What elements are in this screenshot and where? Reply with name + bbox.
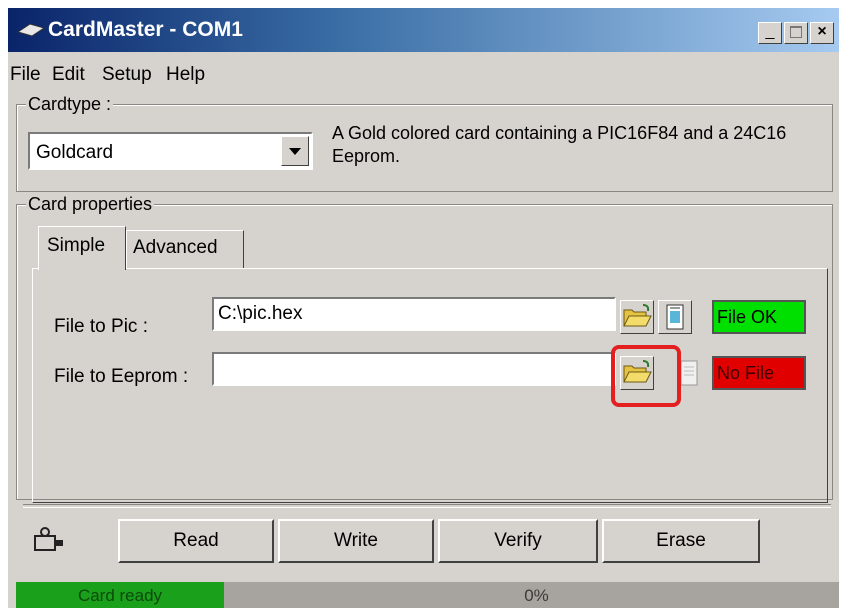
progress-percent: 0% (524, 586, 549, 605)
maximize-button[interactable] (784, 22, 808, 44)
separator (23, 504, 831, 508)
eeprom-status-badge: No File (712, 356, 806, 390)
document-icon (666, 304, 684, 330)
tab-simple-label: Simple (47, 235, 106, 256)
window-title: CardMaster - COM1 (48, 18, 243, 41)
dropdown-arrow-button[interactable] (281, 136, 309, 166)
tab-simple[interactable]: Simple (38, 226, 126, 270)
pic-info-button[interactable] (658, 300, 692, 334)
pic-file-label: File to Pic : (54, 316, 148, 337)
minimize-button[interactable]: _ (758, 22, 782, 44)
cardtype-selected-value: Goldcard (36, 142, 114, 163)
menu-setup[interactable]: Setup (102, 64, 152, 86)
status-bar: Card ready 0% (16, 582, 839, 608)
menu-help[interactable]: Help (166, 64, 205, 86)
title-bar: CardMaster - COM1 _ × (8, 8, 839, 52)
cardtype-legend: Cardtype : (26, 94, 114, 115)
pic-open-button[interactable] (620, 300, 654, 334)
verify-button[interactable]: Verify (438, 519, 598, 563)
pic-file-input[interactable] (212, 297, 616, 331)
close-button[interactable]: × (810, 22, 834, 44)
menu-bar: File Edit Setup Help (8, 56, 839, 90)
card-app-icon (16, 23, 46, 37)
folder-open-icon (623, 304, 652, 327)
cardtype-description: A Gold colored card containing a PIC16F8… (332, 123, 787, 166)
cardmaster-window: CardMaster - COM1 _ × File Edit Setup He… (8, 8, 839, 608)
highlight-box (611, 345, 681, 407)
erase-button[interactable]: Erase (602, 519, 760, 563)
tab-advanced[interactable]: Advanced (126, 230, 244, 268)
cardtype-select[interactable]: Goldcard (28, 132, 313, 170)
card-ready-status: Card ready (16, 582, 224, 608)
card-reader-icon (34, 527, 63, 551)
card-properties-legend: Card properties (26, 194, 155, 215)
menu-file[interactable]: File (10, 64, 41, 86)
read-button[interactable]: Read (118, 519, 274, 563)
tab-advanced-label: Advanced (133, 237, 218, 258)
close-icon: × (817, 23, 827, 40)
chevron-down-icon (289, 148, 301, 155)
maximize-icon (790, 26, 802, 38)
eeprom-file-input[interactable] (212, 352, 616, 386)
menu-edit[interactable]: Edit (52, 64, 85, 86)
eeprom-file-label: File to Eeprom : (54, 366, 189, 387)
write-button[interactable]: Write (278, 519, 434, 563)
pic-status-badge: File OK (712, 300, 806, 334)
